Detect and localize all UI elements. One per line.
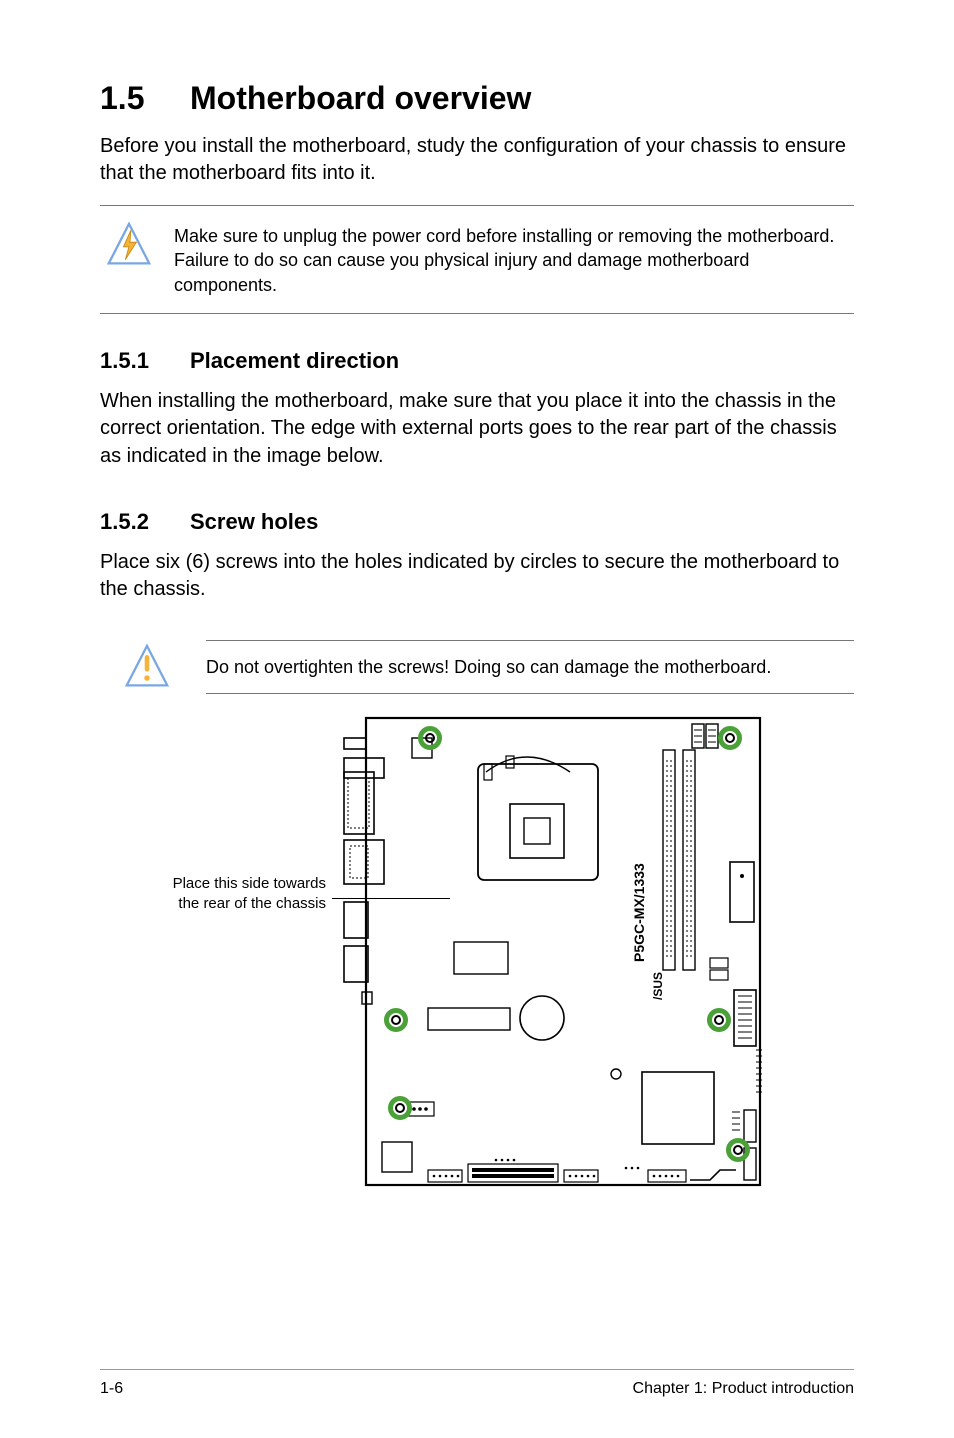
svg-text:/SUS: /SUS [651,972,665,1000]
subsection-number: 1.5.2 [100,509,190,535]
subsection-heading: 1.5.1Placement direction [100,348,854,374]
motherboard-illustration: P5GC-MX/1333 /SUS [338,712,768,1194]
screw-hole-marker [707,1008,731,1032]
intro-paragraph: Before you install the motherboard, stud… [100,133,854,187]
divider [100,313,854,314]
section-title: Motherboard overview [190,80,531,116]
screw-hole-marker [384,1008,408,1032]
subsection-title: Placement direction [190,348,399,373]
placement-paragraph: When installing the motherboard, make su… [100,388,854,471]
rear-side-label-line1: Place this side towards [173,875,326,892]
lightning-icon [106,222,152,268]
power-warning-text: Make sure to unplug the power cord befor… [174,222,854,297]
rear-side-label: Place this side towards the rear of the … [100,874,330,913]
chapter-label: Chapter 1: Product introduction [633,1380,854,1398]
subsection-heading: 1.5.2Screw holes [100,509,854,535]
divider [100,205,854,206]
screw-hole-marker [418,726,442,750]
page-footer: 1-6 Chapter 1: Product introduction [100,1369,854,1398]
board-model-text: P5GC-MX/1333 [631,863,647,962]
section-heading: 1.5Motherboard overview [100,80,854,117]
caution-note: Do not overtighten the screws! Doing so … [100,640,854,694]
caution-icon [124,644,170,690]
screw-hole-marker [388,1096,412,1120]
caution-text: Do not overtighten the screws! Doing so … [206,640,854,694]
subsection-title: Screw holes [190,509,318,534]
subsection-number: 1.5.1 [100,348,190,374]
rear-side-label-line2: the rear of the chassis [178,895,326,912]
screw-hole-marker [718,726,742,750]
screw-paragraph: Place six (6) screws into the holes indi… [100,549,854,604]
section-number: 1.5 [100,80,190,117]
power-warning-note: Make sure to unplug the power cord befor… [100,212,854,307]
screw-hole-marker [726,1138,750,1162]
motherboard-diagram: Place this side towards the rear of the … [100,712,854,1194]
page-number: 1-6 [100,1380,123,1398]
